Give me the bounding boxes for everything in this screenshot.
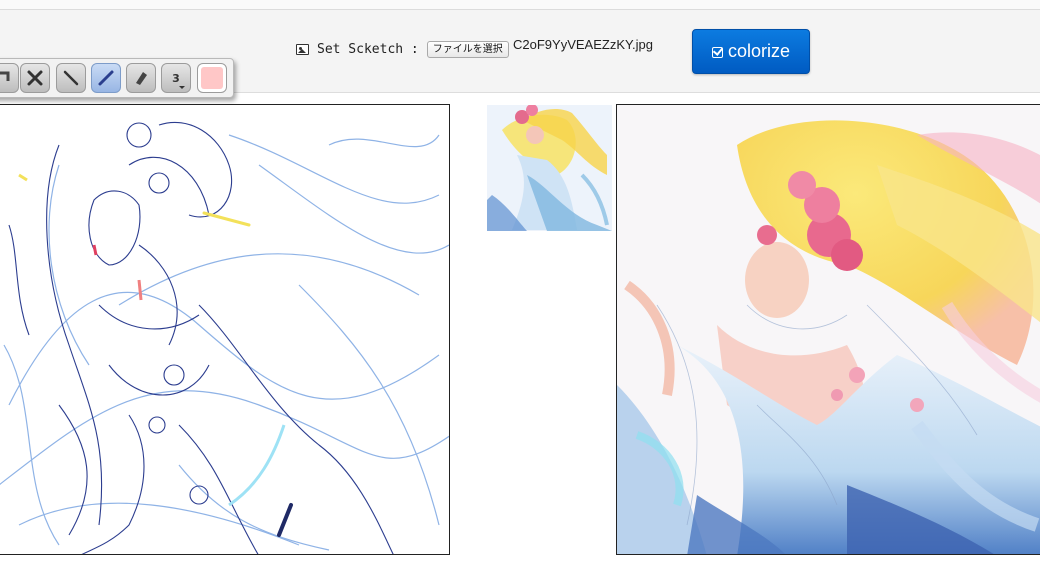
color-swatch [201, 67, 223, 89]
eraser-tool[interactable] [126, 63, 156, 93]
top-divider [0, 0, 1040, 10]
eraser-icon [136, 72, 147, 85]
pen-tool[interactable] [91, 63, 121, 93]
drawing-toolbar: 3 [0, 58, 234, 98]
colorize-label: colorize [727, 41, 791, 61]
set-sketch-label: Set Scketch : [317, 41, 419, 57]
set-sketch-row: Set Scketch : ファイルを選択 [296, 38, 509, 60]
picture-icon [296, 43, 309, 55]
clear-tool[interactable] [20, 63, 50, 93]
colorized-result-art [617, 105, 1040, 554]
check-square-icon [711, 47, 723, 58]
file-choose-button[interactable]: ファイルを選択 [426, 40, 509, 58]
preview-thumbnail-art [487, 105, 612, 231]
selected-file-name: C2oF9YyVEAEZzKY.jpg [513, 37, 653, 52]
colorized-result [616, 104, 1040, 555]
brush-size-value: 3 [172, 71, 180, 85]
sketch-lineart [0, 121, 449, 554]
undo-tool[interactable] [0, 63, 19, 93]
pen-icon [98, 70, 114, 86]
close-icon [27, 70, 43, 86]
colorize-button[interactable]: colorize [692, 29, 810, 74]
brush-size-select[interactable]: 3 [161, 63, 191, 93]
line-icon [63, 70, 79, 86]
sketch-canvas[interactable] [0, 104, 450, 555]
line-tool[interactable] [56, 63, 86, 93]
undo-icon [0, 71, 10, 81]
color-picker[interactable] [197, 63, 227, 93]
preview-thumbnail [487, 105, 612, 231]
chevron-down-icon [179, 86, 185, 89]
